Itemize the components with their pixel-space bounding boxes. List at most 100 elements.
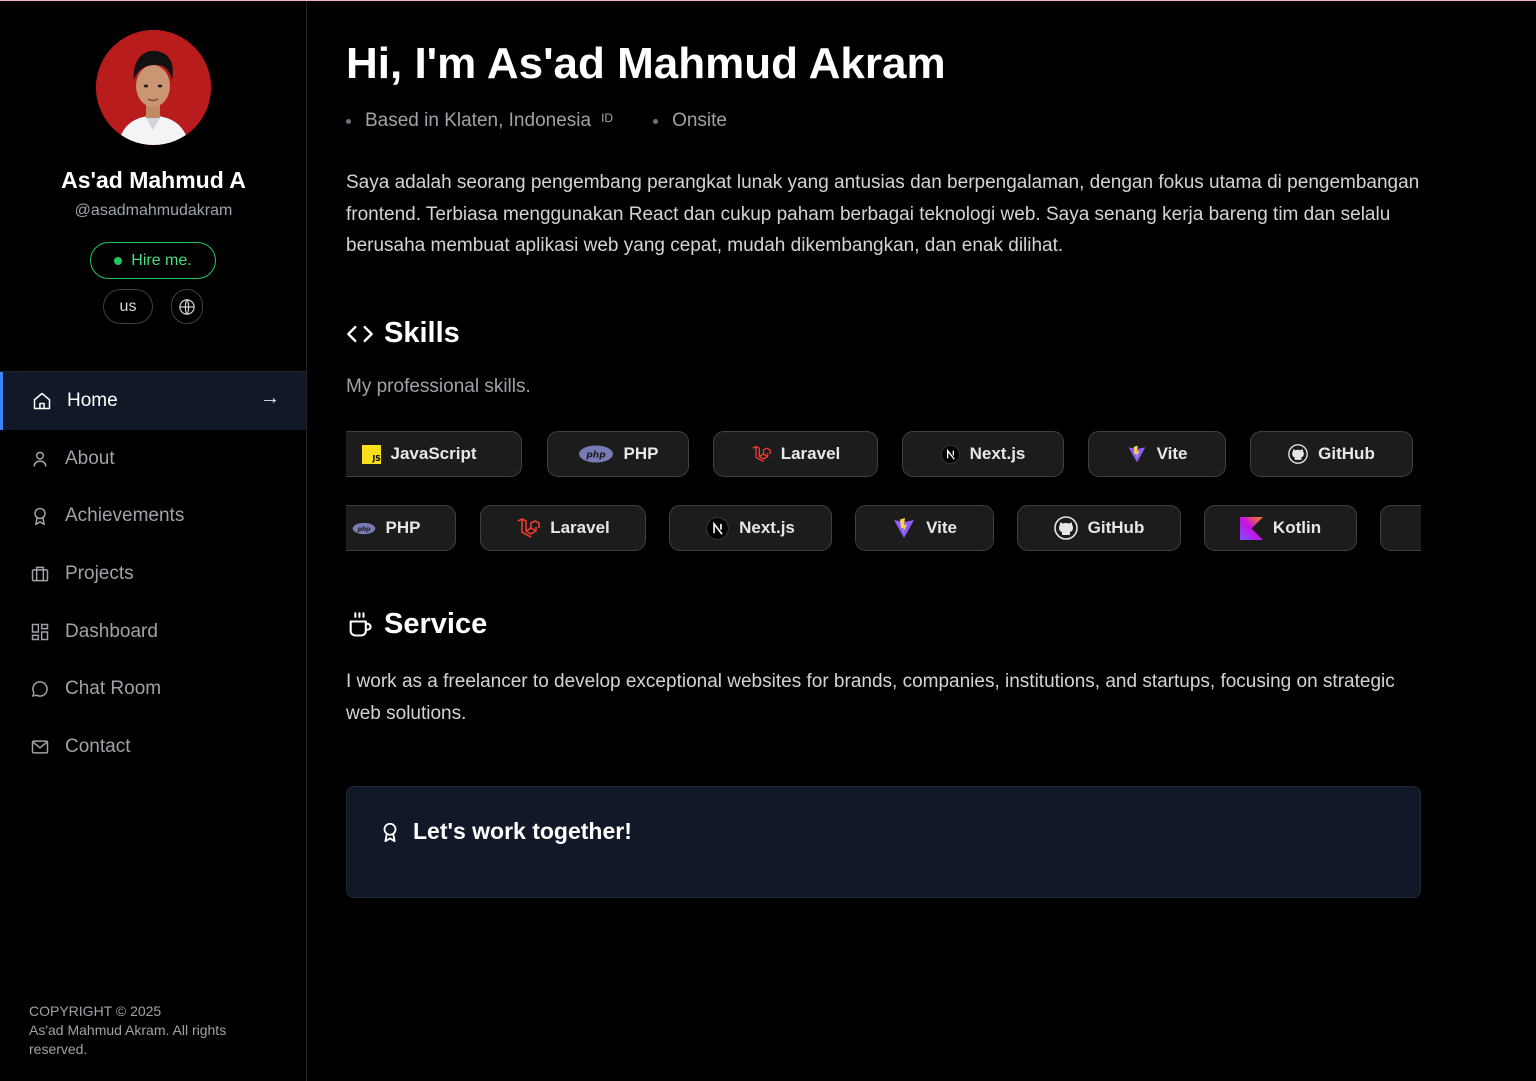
bullet-icon	[346, 118, 351, 124]
skill-label: PHP	[623, 444, 659, 463]
nav-label-home: Home	[67, 389, 118, 411]
skill-label: Laravel	[780, 444, 841, 463]
skills-heading: Skills	[346, 317, 460, 350]
skill-label: Next.js	[739, 518, 795, 537]
language-label: us	[119, 297, 137, 315]
skill-label: PHP	[385, 518, 421, 537]
sidebar: As'ad Mahmud A @asadmahmudakram Hire me.…	[0, 1, 307, 1081]
code-icon	[347, 325, 373, 342]
kotlin-icon	[1239, 516, 1263, 540]
skill-chip-nextjs: Next.js	[902, 431, 1064, 477]
github-icon	[1288, 444, 1309, 464]
service-title: Service	[384, 608, 488, 640]
cta-heading: Let's work together!	[379, 818, 632, 845]
nav-item-projects[interactable]: Projects	[0, 545, 306, 603]
nav-item-dashboard[interactable]: Dashboard	[0, 603, 306, 661]
nav-item-home[interactable]: Home →	[0, 372, 306, 430]
skill-label: JavaScript	[390, 444, 477, 463]
javascript-icon: JS	[361, 444, 381, 464]
skill-chip-github: GitHub	[1250, 431, 1413, 477]
vite-icon	[1128, 445, 1145, 463]
nav-label-projects: Projects	[65, 562, 134, 584]
nav-label-about: About	[65, 447, 115, 469]
skill-chip-laravel: Laravel	[480, 505, 646, 551]
home-icon	[33, 392, 51, 410]
skill-label: Kotlin	[1272, 518, 1322, 537]
award-icon	[383, 822, 397, 842]
mail-icon	[31, 740, 49, 754]
hero-meta: Based in Klaten, Indonesia ID Onsite	[346, 110, 727, 132]
nav-label-chat-room: Chat Room	[65, 678, 162, 700]
skills-title: Skills	[384, 317, 460, 349]
nextjs-icon	[706, 516, 730, 540]
bullet-icon	[653, 118, 659, 124]
skill-chip-laravel: Laravel	[713, 431, 878, 477]
briefcase-icon	[31, 566, 49, 582]
intro-paragraph: Saya adalah seorang pengembang perangkat…	[346, 172, 1420, 256]
nav-item-achievements[interactable]: Achievements	[0, 487, 306, 545]
profile-name: As'ad Mahmud A	[61, 167, 246, 193]
skill-chip-php: php PHP	[547, 431, 689, 477]
arrow-right-icon: →	[260, 387, 280, 409]
nav-item-contact[interactable]: Contact	[0, 718, 306, 776]
nav-item-about[interactable]: About	[0, 430, 306, 488]
nextjs-icon	[940, 444, 960, 464]
skill-label: Vite	[1156, 444, 1188, 463]
php-icon: php	[578, 445, 613, 463]
skill-chip-php: php PHP	[346, 505, 456, 551]
php-icon: php	[352, 522, 375, 534]
skill-label: Vite	[926, 518, 957, 537]
dashboard-icon	[31, 623, 49, 640]
copyright: COPYRIGHT © 2025 As'ad Mahmud Akram. All…	[29, 1002, 279, 1059]
skill-chip-partial	[1380, 505, 1421, 551]
skills-subtitle: My professional skills.	[346, 376, 531, 397]
service-heading: Service	[346, 608, 487, 641]
skill-chip-kotlin: Kotlin	[1204, 505, 1357, 551]
avatar-photo	[96, 30, 211, 145]
cta-title: Let's work together!	[413, 818, 632, 844]
hero-title: Hi, I'm As'ad Mahmud Akram	[346, 39, 946, 88]
hire-me-label: Hire me.	[131, 251, 192, 269]
nav-item-chat-room[interactable]: Chat Room	[0, 660, 306, 718]
skill-label: Laravel	[550, 518, 610, 537]
svg-text:php: php	[356, 525, 371, 532]
github-icon	[1053, 516, 1078, 540]
skills-row-2: php PHP Laravel Next.js Vite GitHub Kotl…	[346, 505, 1421, 553]
laravel-icon	[517, 518, 541, 538]
nav-label-dashboard: Dashboard	[65, 620, 158, 642]
skill-label: GitHub	[1318, 444, 1375, 463]
skill-chip-vite: Vite	[1088, 431, 1226, 477]
service-text: I work as a freelancer to develop except…	[346, 671, 1395, 724]
status-dot-icon	[114, 256, 123, 265]
sidebar-nav: Home → About Achievements Projects Dashb…	[0, 372, 306, 776]
skill-chip-nextjs: Next.js	[669, 505, 832, 551]
language-button[interactable]: us	[103, 289, 153, 324]
skill-chip-github: GitHub	[1017, 505, 1181, 551]
nav-label-contact: Contact	[65, 735, 131, 757]
country-code: ID	[601, 111, 614, 125]
globe-button[interactable]	[171, 289, 203, 324]
vite-icon	[894, 518, 915, 538]
hire-me-button[interactable]: Hire me.	[90, 242, 216, 279]
skills-row-1: JS JavaScript php PHP Laravel Next.js Vi…	[346, 431, 1421, 479]
page: As'ad Mahmud A @asadmahmudakram Hire me.…	[0, 0, 1536, 1081]
copyright-line2: As'ad Mahmud Akram. All rights reserved.	[29, 1022, 227, 1057]
skill-label: GitHub	[1087, 518, 1145, 537]
svg-text:JS: JS	[371, 454, 380, 463]
skill-chip-vite: Vite	[855, 505, 994, 551]
nav-label-achievements: Achievements	[65, 505, 185, 527]
laravel-icon	[752, 445, 771, 463]
globe-icon	[179, 298, 195, 315]
skill-label: Next.js	[969, 444, 1026, 463]
svg-text:php: php	[585, 451, 606, 461]
profile-handle: @asadmahmudakram	[74, 202, 233, 219]
user-icon	[33, 451, 47, 467]
work-mode-text: Onsite	[672, 110, 727, 131]
award-icon	[34, 507, 46, 526]
location-text: Based in Klaten, Indonesia	[365, 110, 592, 131]
copyright-line1: COPYRIGHT © 2025	[29, 1003, 162, 1019]
coffee-cup-icon	[349, 611, 372, 637]
skill-chip-javascript: JS JavaScript	[346, 431, 522, 477]
cta-card[interactable]: Let's work together!	[346, 786, 1421, 898]
chat-icon	[32, 681, 48, 698]
